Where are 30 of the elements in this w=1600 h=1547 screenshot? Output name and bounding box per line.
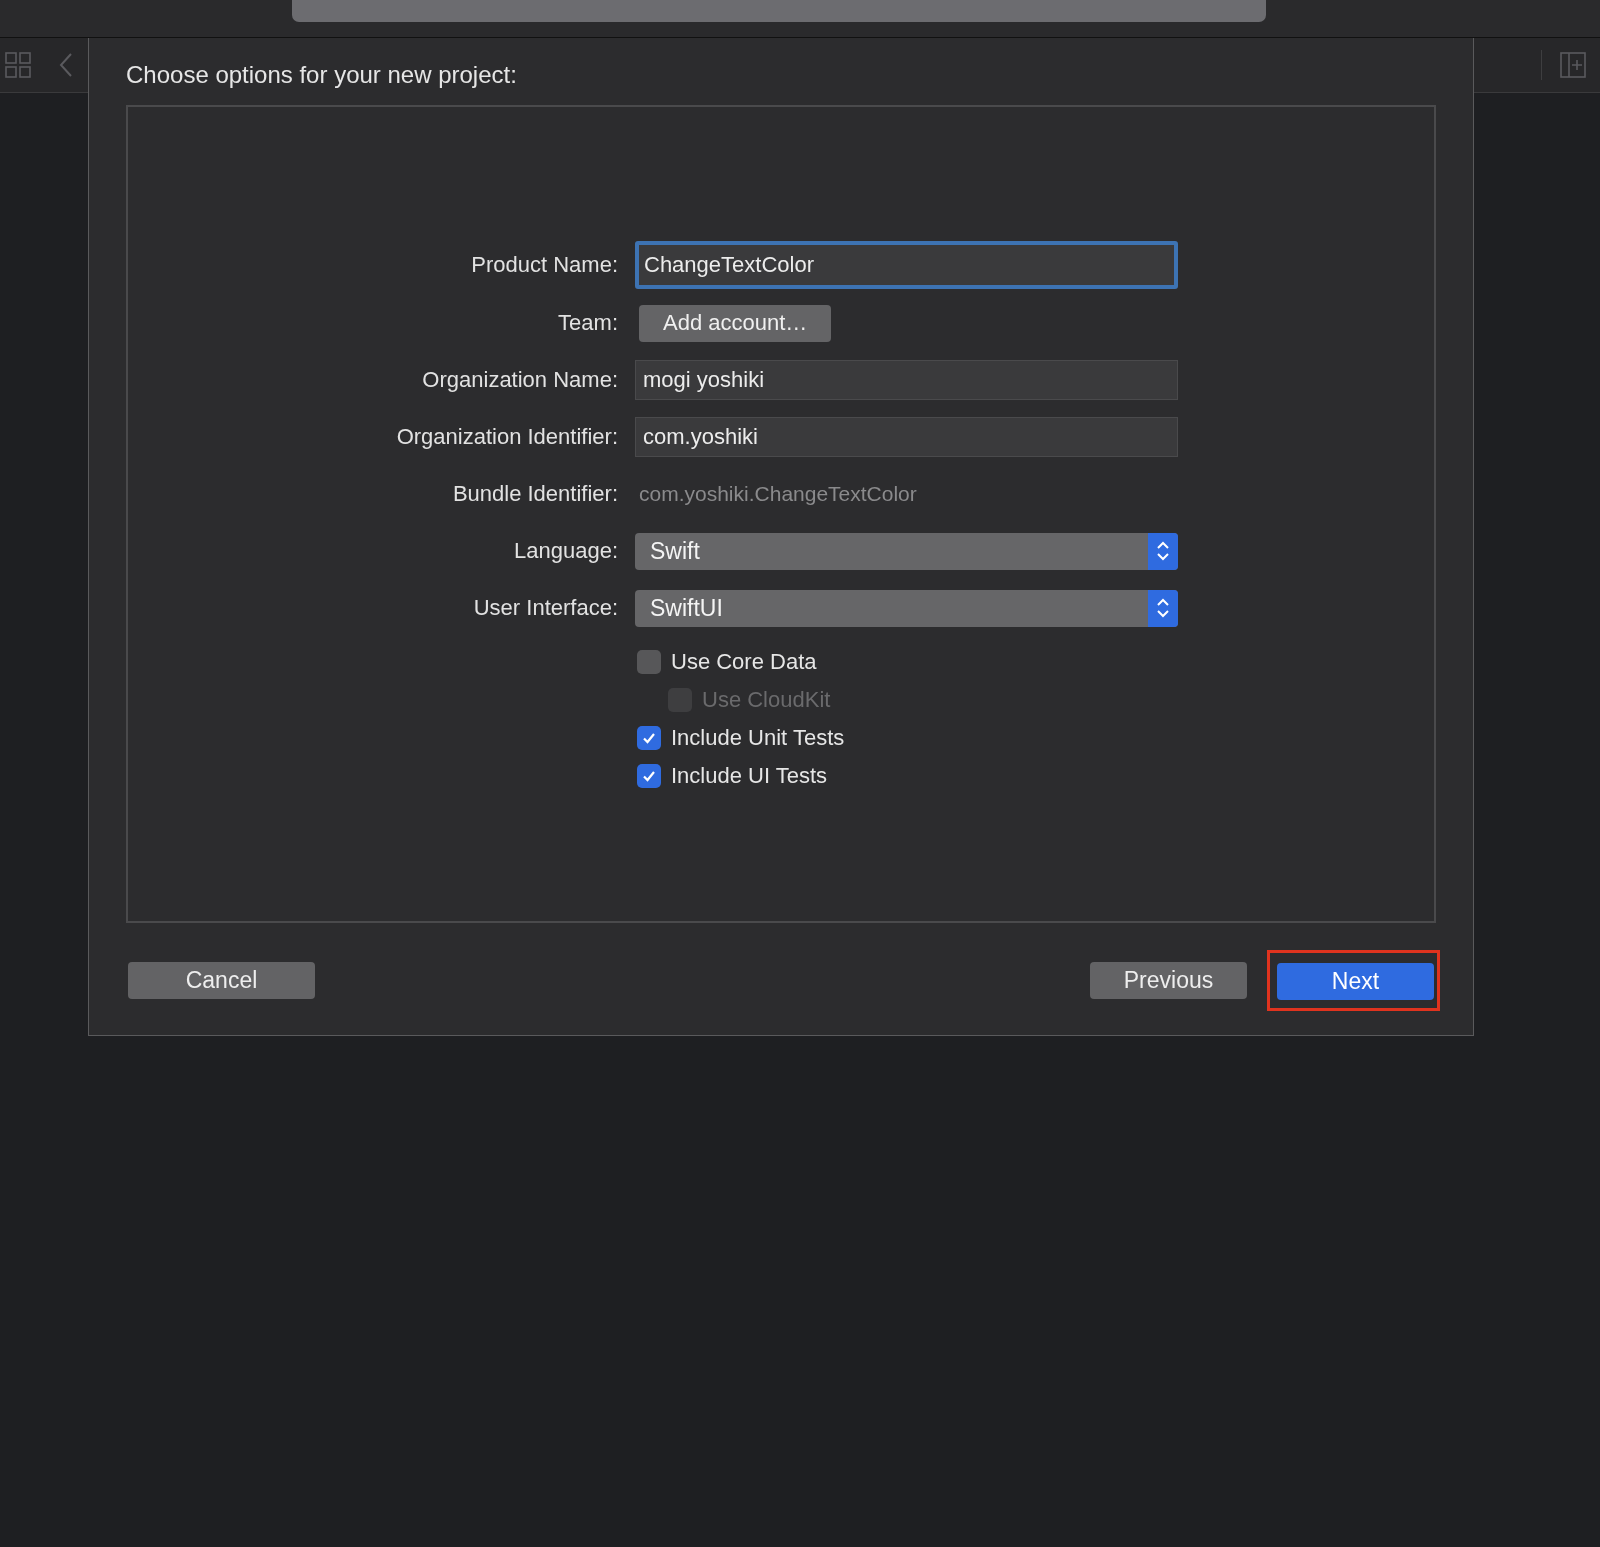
popup-menu[interactable]: SwiftUI: [635, 589, 1178, 627]
checkbox-label: Use CloudKit: [702, 687, 831, 713]
field-label: Language:: [513, 537, 618, 565]
up-down-chevron-icon: [1148, 532, 1178, 570]
checked-checkbox[interactable]: [637, 764, 661, 788]
field-label: Organization Identifier:: [395, 423, 618, 451]
dialog-title: Choose options for your new project:: [126, 60, 518, 90]
checked-checkbox[interactable]: [637, 726, 661, 750]
checkbox-label: Include UI Tests: [671, 763, 828, 789]
field-label: Team:: [557, 309, 618, 337]
dialog-button[interactable]: Previous: [1090, 961, 1247, 999]
field-label: Organization Name:: [421, 366, 618, 394]
text-field[interactable]: mogi yoshiki: [635, 360, 1178, 400]
checkbox[interactable]: [637, 650, 661, 674]
dialog-button[interactable]: Next: [1277, 962, 1434, 1000]
popup-menu[interactable]: Swift: [635, 532, 1178, 570]
field-label: Bundle Identifier:: [451, 480, 618, 508]
add-editor-icon[interactable]: [1560, 52, 1586, 78]
text-field[interactable]: com.yoshiki: [635, 417, 1178, 457]
text-field[interactable]: ChangeTextColor: [635, 241, 1178, 289]
up-down-chevron-icon: [1148, 589, 1178, 627]
add-account-button[interactable]: Add account…: [639, 304, 832, 342]
field-label: User Interface:: [472, 594, 618, 622]
checkbox-label: Include Unit Tests: [671, 725, 845, 751]
bundle-identifier-value: com.yoshiki.ChangeTextColor: [638, 481, 918, 507]
dialog-button[interactable]: Cancel: [128, 961, 315, 999]
back-chevron-icon[interactable]: [59, 52, 73, 78]
checkbox-label: Use Core Data: [671, 649, 817, 675]
grid-icon[interactable]: [5, 52, 31, 78]
field-label: Product Name:: [470, 251, 618, 279]
